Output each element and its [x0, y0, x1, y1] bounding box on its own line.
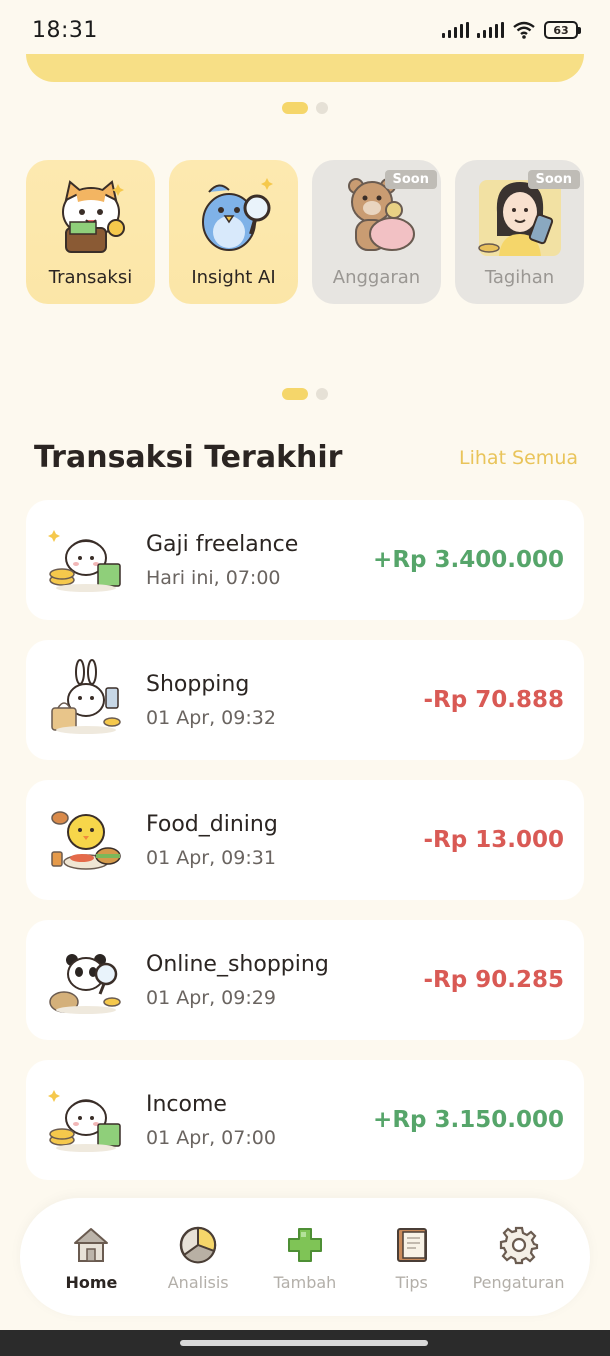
feature-tiles: Transaksi Insight AI Soon Anggaran Soon … [26, 160, 584, 304]
transaction-date: Hari ini, 07:00 [146, 566, 281, 589]
recent-transactions-header: Transaksi Terakhir Lihat Semua [34, 440, 578, 475]
feature-label: Anggaran [332, 267, 421, 288]
home-indicator[interactable] [180, 1340, 428, 1346]
transaction-title: Income [146, 1091, 227, 1117]
transaction-title: Shopping [146, 671, 250, 697]
transaction-amount: -Rp 70.888 [423, 687, 564, 713]
feature-anggaran[interactable]: Soon Anggaran [312, 160, 441, 304]
soon-badge: Soon [527, 170, 580, 189]
nav-analisis[interactable]: Analisis [148, 1223, 248, 1292]
pagination-dot[interactable] [316, 102, 328, 114]
transaction-title: Online_shopping [146, 951, 329, 977]
nav-label: Analisis [167, 1272, 229, 1292]
pagination-dot[interactable] [316, 388, 328, 400]
feature-label: Transaksi [48, 267, 133, 288]
transaction-amount: +Rp 3.150.000 [373, 1107, 564, 1133]
transaction-row[interactable]: Income 01 Apr, 07:00 +Rp 3.150.000 [26, 1060, 584, 1180]
cat-wallet-icon [61, 180, 125, 253]
feature-insight-ai[interactable]: Insight AI [169, 160, 298, 304]
feature-label: Insight AI [191, 267, 276, 288]
soon-badge: Soon [384, 170, 437, 189]
bunny-shopping-icon [51, 659, 121, 734]
transaction-amount: -Rp 13.000 [423, 827, 564, 853]
status-icons: 63 [442, 21, 581, 39]
transaction-info: Shopping 01 Apr, 09:32 [146, 672, 424, 729]
feature-tagihan[interactable]: Soon Tagihan [455, 160, 584, 304]
nav-label: Tambah [273, 1272, 337, 1292]
transaction-row[interactable]: Food_dining 01 Apr, 09:31 -Rp 13.000 [26, 780, 584, 900]
status-bar: 18:31 63 [0, 0, 610, 60]
panda-search-icon [49, 954, 121, 1014]
feature-transaksi[interactable]: Transaksi [26, 160, 155, 304]
plus-icon [287, 1227, 322, 1262]
nav-pengaturan[interactable]: Pengaturan [469, 1223, 569, 1292]
transaction-date: 01 Apr, 09:32 [146, 706, 276, 729]
book-icon [396, 1227, 427, 1262]
transaction-title: Food_dining [146, 811, 278, 837]
nav-tips[interactable]: Tips [362, 1223, 462, 1292]
transaction-date: 01 Apr, 07:00 [146, 1126, 276, 1149]
nav-tambah[interactable]: Tambah [255, 1223, 355, 1292]
battery-icon: 63 [544, 21, 581, 39]
transaction-date: 01 Apr, 09:29 [146, 986, 276, 1009]
signal-icon-2 [477, 22, 504, 38]
section-title: Transaksi Terakhir [34, 440, 343, 475]
nav-label: Home [65, 1272, 118, 1292]
banner-carousel[interactable] [26, 54, 584, 82]
nav-label: Pengaturan [472, 1272, 565, 1292]
see-all-link[interactable]: Lihat Semua [459, 447, 578, 469]
feature-pagination [0, 388, 610, 400]
wifi-icon [513, 21, 535, 39]
transaction-title: Gaji freelance [146, 531, 299, 557]
bottom-nav: Home Analisis Tambah Tips Pengaturan [20, 1198, 590, 1316]
transaction-info: Income 01 Apr, 07:00 [146, 1092, 373, 1149]
feature-label: Tagihan [484, 267, 555, 288]
transaction-info: Gaji freelance Hari ini, 07:00 [146, 532, 373, 589]
chick-food-icon [51, 811, 121, 870]
dumpling-money-icon [48, 1090, 121, 1152]
signal-icon [442, 22, 469, 38]
transaction-date: 01 Apr, 09:31 [146, 846, 276, 869]
transaction-list: Gaji freelance Hari ini, 07:00 +Rp 3.400… [26, 500, 584, 1200]
pagination-dot-active[interactable] [282, 388, 308, 400]
transaction-row[interactable]: Gaji freelance Hari ini, 07:00 +Rp 3.400… [26, 500, 584, 620]
dumpling-money-icon [48, 530, 121, 592]
nav-label: Tips [395, 1272, 428, 1292]
nav-home[interactable]: Home [41, 1223, 141, 1292]
transaction-info: Online_shopping 01 Apr, 09:29 [146, 952, 424, 1009]
pie-chart-icon [179, 1226, 217, 1263]
status-time: 18:31 [32, 17, 98, 43]
battery-level: 63 [553, 23, 569, 37]
transaction-row[interactable]: Shopping 01 Apr, 09:32 -Rp 70.888 [26, 640, 584, 760]
transaction-info: Food_dining 01 Apr, 09:31 [146, 812, 424, 869]
transaction-amount: +Rp 3.400.000 [373, 547, 564, 573]
pagination-dot-active[interactable] [282, 102, 308, 114]
banner-pagination [0, 102, 610, 114]
transaction-amount: -Rp 90.285 [423, 967, 564, 993]
bird-magnifier-icon [201, 178, 273, 251]
gear-icon [499, 1226, 538, 1264]
transaction-row[interactable]: Online_shopping 01 Apr, 09:29 -Rp 90.285 [26, 920, 584, 1040]
home-icon [74, 1227, 109, 1262]
